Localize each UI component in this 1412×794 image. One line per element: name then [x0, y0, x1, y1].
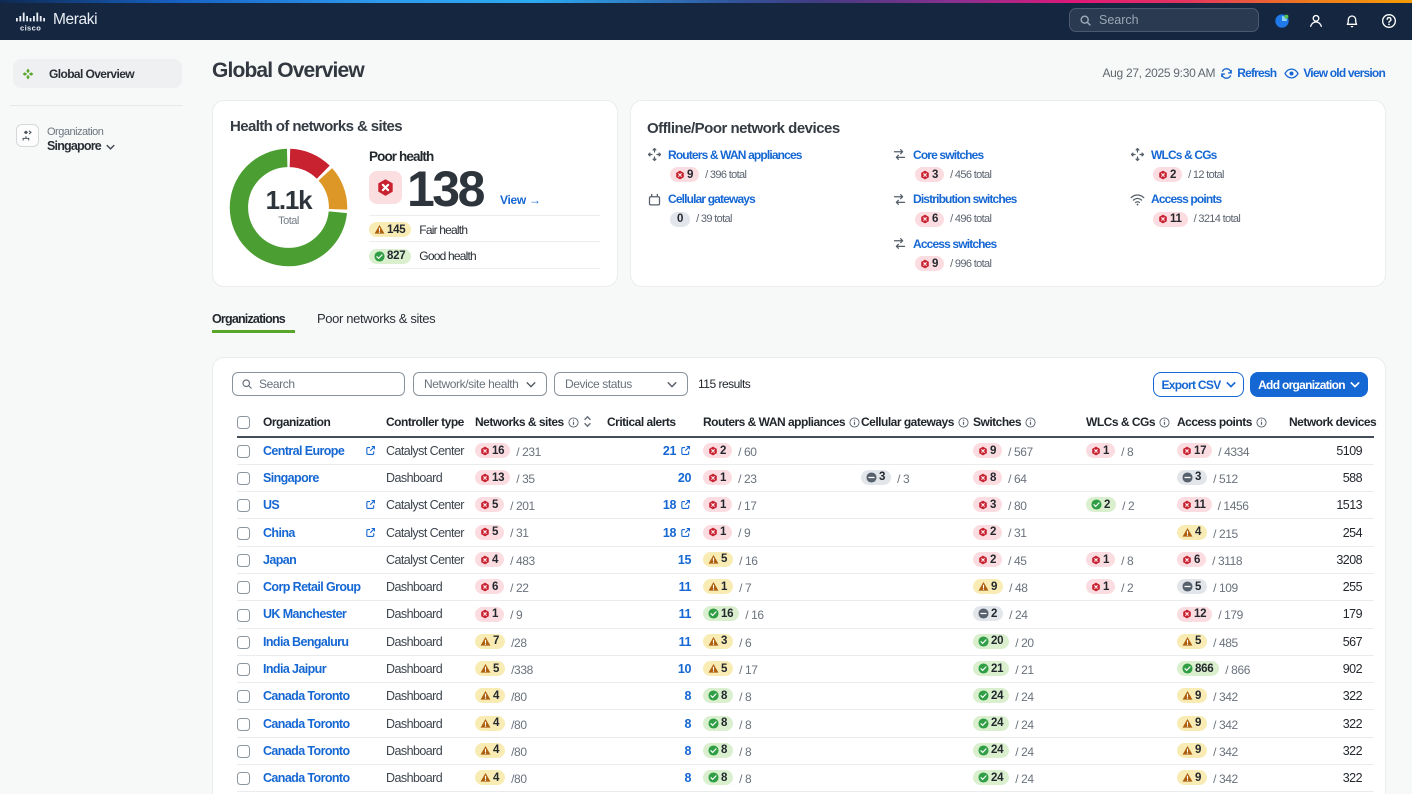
svg-text:cisco: cisco	[20, 24, 41, 32]
